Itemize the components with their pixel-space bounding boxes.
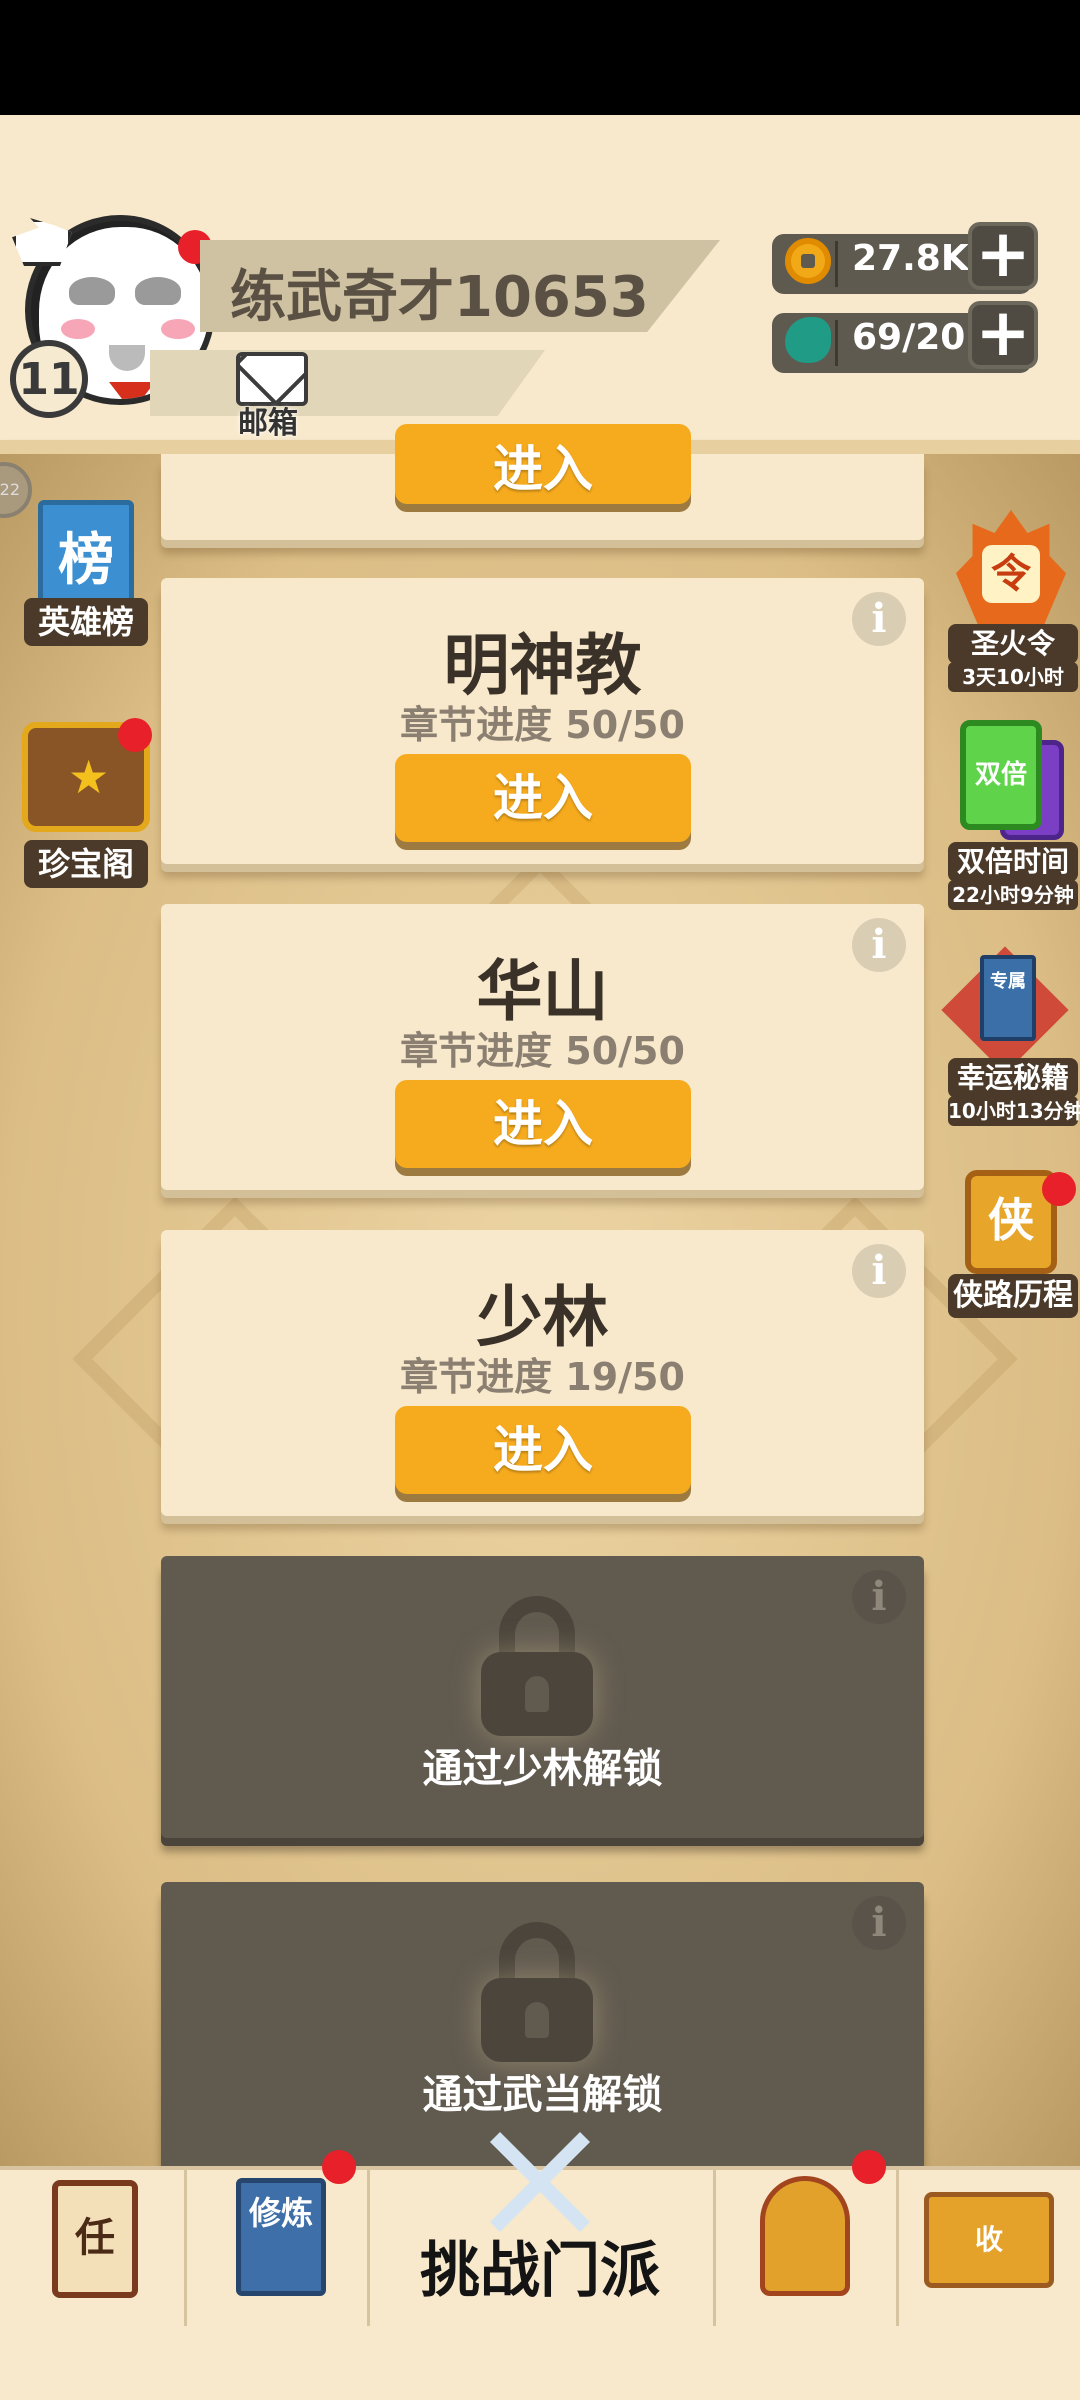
sect-card: i 少林 章节进度 19/50 进入	[161, 1230, 924, 1516]
status-bar	[0, 0, 1080, 115]
ranking-label[interactable]: 英雄榜	[24, 598, 148, 646]
add-stamina-button[interactable]: +	[968, 300, 1038, 369]
coin-separator	[835, 241, 838, 287]
lucky-book-timer: 10小时13分钟	[948, 1096, 1080, 1126]
hero-path-notification-dot	[1042, 1172, 1076, 1206]
training-notification-dot	[322, 2150, 356, 2184]
chapter-progress: 章节进度 19/50	[400, 1355, 685, 1399]
locked-sect-card[interactable]: i 通过少林解锁	[161, 1556, 924, 1838]
locked-sect-card[interactable]: i 通过武当解锁	[161, 1882, 924, 2166]
treasure-label[interactable]: 珍宝阁	[24, 840, 148, 888]
enter-button[interactable]: 进入	[395, 1406, 691, 1494]
mailbox-banner	[150, 350, 545, 416]
avatar-eye-right	[135, 277, 181, 305]
add-coins-button[interactable]: +	[968, 221, 1038, 290]
lock-icon	[481, 1596, 593, 1736]
chapter-progress: 章节进度 50/50	[400, 703, 685, 747]
stamina-separator	[835, 320, 838, 366]
player-name[interactable]: 练武奇才10653	[230, 252, 649, 333]
nav-separator	[184, 2170, 187, 2326]
level-badge: 11	[10, 340, 88, 418]
nav-separator	[896, 2170, 899, 2326]
double-time-icon[interactable]: 双倍	[960, 720, 1042, 830]
avatar-eye-left	[69, 277, 115, 305]
holy-fire-glyph: 令	[982, 545, 1040, 603]
info-icon[interactable]: i	[852, 1896, 906, 1950]
task-scroll-icon[interactable]: 任	[52, 2180, 138, 2298]
info-icon[interactable]: i	[852, 1570, 906, 1624]
collect-building-icon[interactable]: 收	[924, 2192, 1054, 2288]
gem-icon	[785, 317, 831, 363]
lucky-book-icon[interactable]: 专属	[980, 955, 1036, 1041]
hero-helmet-icon[interactable]	[760, 2176, 850, 2296]
sect-card: i 明神教 章节进度 50/50 进入	[161, 578, 924, 864]
tab-challenge-sect[interactable]: 挑战门派	[370, 2222, 710, 2309]
lock-icon	[481, 1922, 593, 2062]
training-book-icon[interactable]: 修炼	[236, 2178, 326, 2296]
lucky-book-label[interactable]: 幸运秘籍	[948, 1058, 1078, 1098]
sect-card: i 华山 章节进度 50/50 进入	[161, 904, 924, 1190]
stamina-value: 69/20	[852, 317, 966, 358]
treasure-notification-dot	[118, 718, 152, 752]
hero-path-label[interactable]: 侠路历程	[948, 1274, 1078, 1318]
coin-icon	[785, 238, 831, 284]
unlock-requirement: 通过少林解锁	[422, 1746, 663, 1792]
holy-fire-timer: 3天10小时	[948, 662, 1078, 692]
coin-value: 27.8K	[852, 238, 969, 279]
hero-notification-dot	[852, 2150, 886, 2184]
mailbox-label[interactable]: 邮箱	[238, 398, 298, 442]
double-time-timer: 22小时9分钟	[948, 880, 1078, 910]
enter-button-partial[interactable]: 进入	[395, 424, 691, 504]
ranking-icon[interactable]: 榜	[38, 500, 134, 610]
unlock-requirement: 通过武当解锁	[422, 2072, 663, 2118]
double-time-label[interactable]: 双倍时间	[948, 842, 1078, 882]
enter-button[interactable]: 进入	[395, 1080, 691, 1168]
avatar-mouth	[109, 345, 145, 371]
nav-bottom-strip	[0, 2326, 1080, 2400]
enter-button[interactable]: 进入	[395, 754, 691, 842]
holy-fire-label[interactable]: 圣火令	[948, 624, 1078, 664]
chapter-progress: 章节进度 50/50	[400, 1029, 685, 1073]
sect-card-partial: 进入	[161, 424, 924, 540]
avatar-blush-left	[61, 319, 95, 339]
nav-separator	[713, 2170, 716, 2326]
avatar-blush-right	[161, 319, 195, 339]
